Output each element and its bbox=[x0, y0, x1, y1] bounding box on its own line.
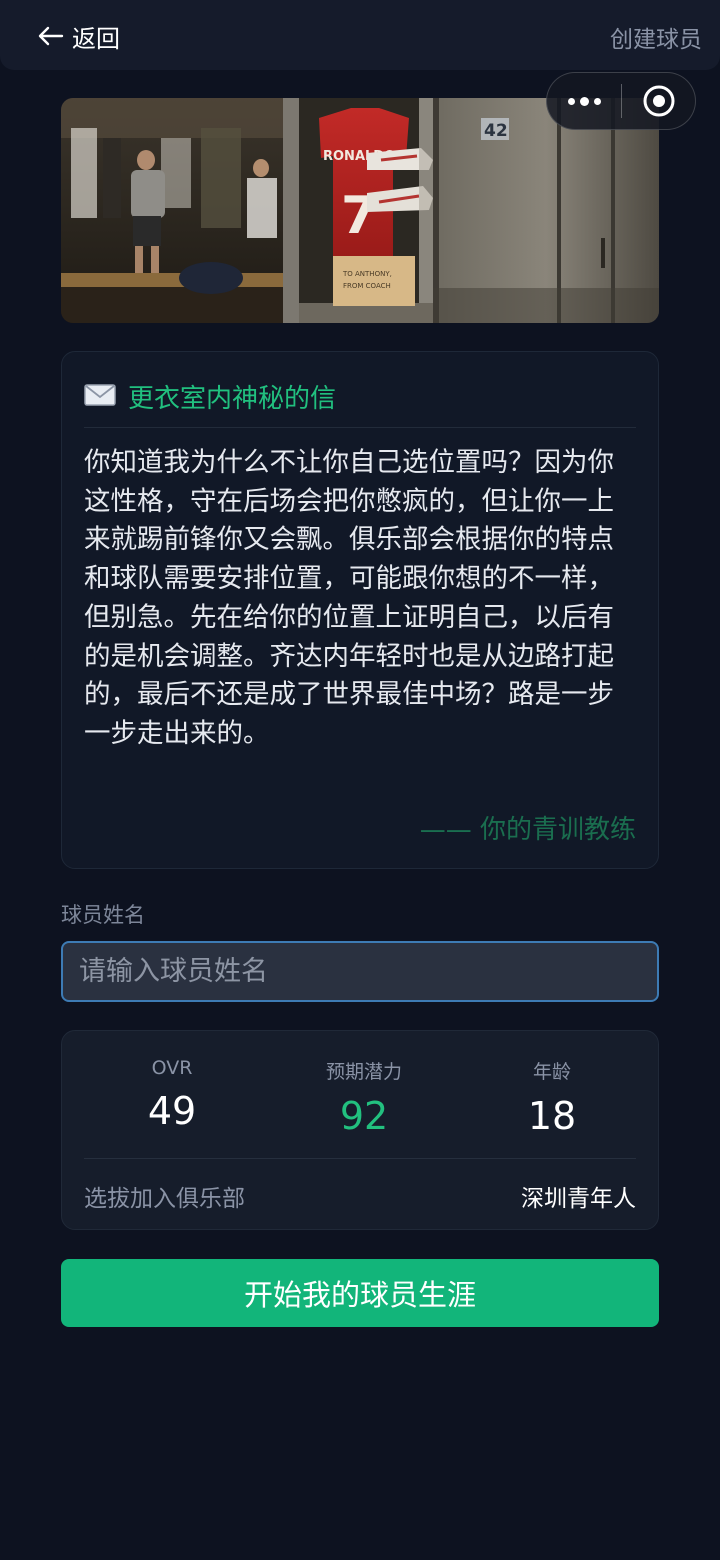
box-note-line1: TO ANTHONY, bbox=[342, 270, 392, 278]
age-value: 18 bbox=[527, 1094, 577, 1138]
letter-header: 更衣室内神秘的信 bbox=[84, 376, 636, 428]
more-dots-icon[interactable] bbox=[547, 73, 621, 129]
target-circle-icon[interactable] bbox=[622, 73, 695, 129]
locker-number: 42 bbox=[484, 121, 508, 141]
letter-title: 更衣室内神秘的信 bbox=[128, 384, 337, 414]
player-stats-card: OVR 49 预期潜力 92 年龄 18 选拔加入俱乐部 深圳青年人 bbox=[61, 1030, 659, 1230]
potential-value: 92 bbox=[339, 1094, 389, 1138]
ovr-value: 49 bbox=[147, 1089, 197, 1133]
letter-body: 你知道我为什么不让你自己选位置吗？因为你这性格，守在后场会把你憋疯的，但让你一上… bbox=[84, 447, 614, 749]
mystery-letter-card: 更衣室内神秘的信 你知道我为什么不让你自己选位置吗？因为你这性格，守在后场会把你… bbox=[61, 351, 659, 869]
page-title: 创建球员 bbox=[610, 27, 702, 53]
stats-divider bbox=[84, 1158, 636, 1159]
capsule-menu bbox=[546, 72, 696, 130]
envelope-icon bbox=[84, 383, 116, 411]
club-value: 深圳青年人 bbox=[521, 1186, 636, 1212]
back-label: 返回 bbox=[72, 24, 120, 53]
stat-ovr: OVR 49 bbox=[72, 1057, 272, 1133]
top-bar: 返回 创建球员 bbox=[0, 0, 720, 70]
ovr-label: OVR bbox=[151, 1057, 193, 1079]
age-label: 年龄 bbox=[532, 1061, 571, 1083]
player-name-input[interactable] bbox=[61, 941, 659, 1002]
stat-potential: 预期潜力 92 bbox=[264, 1057, 464, 1138]
back-button[interactable]: 返回 bbox=[38, 18, 120, 54]
stat-age: 年龄 18 bbox=[452, 1057, 652, 1138]
start-career-button[interactable]: 开始我的球员生涯 bbox=[61, 1259, 659, 1327]
create-player-page: 返回 创建球员 RONALDO 7 TO ANTHONY, FROM COACH… bbox=[0, 0, 720, 1560]
player-name-label: 球员姓名 bbox=[61, 903, 145, 927]
potential-label: 预期潜力 bbox=[325, 1061, 402, 1083]
locker-room-image: RONALDO 7 TO ANTHONY, FROM COACH 42 bbox=[61, 98, 659, 323]
box-note-line2: FROM COACH bbox=[343, 282, 391, 290]
club-label: 选拔加入俱乐部 bbox=[84, 1186, 245, 1212]
letter-signature: —— 你的青训教练 bbox=[419, 815, 636, 845]
arrow-left-icon bbox=[38, 26, 64, 46]
